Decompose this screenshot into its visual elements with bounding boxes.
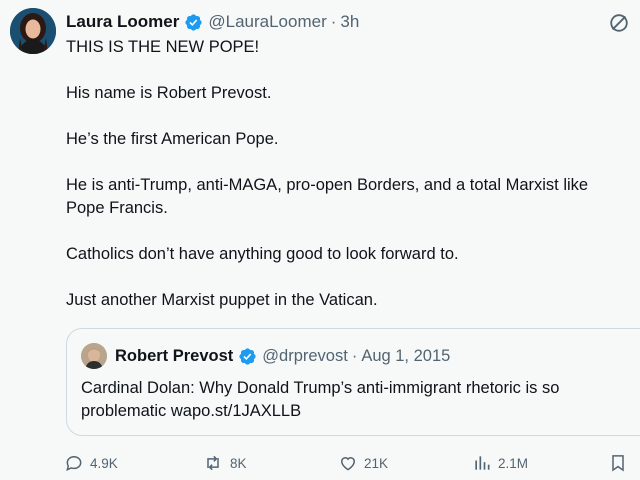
quoted-author-name[interactable]: Robert Prevost — [115, 347, 233, 366]
quoted-tweet-header: Robert Prevost @drprevost · Aug 1, 2015 — [81, 343, 450, 369]
quoted-avatar[interactable] — [81, 343, 107, 369]
like-count: 21K — [364, 455, 389, 471]
like-icon — [340, 457, 356, 471]
action-bar: 4.9K 8K 21K 2.1M — [64, 450, 640, 476]
quoted-date[interactable]: Aug 1, 2015 — [361, 347, 450, 366]
author-handle[interactable]: @LauraLoomer — [208, 12, 326, 32]
separator: · — [330, 12, 337, 31]
tweet-line: His name is Robert Prevost. — [66, 84, 272, 102]
timestamp[interactable]: 3h — [340, 12, 359, 32]
tweet-line: THIS IS THE NEW POPE! — [66, 38, 260, 56]
tweet-header: Laura Loomer @LauraLoomer · 3h — [66, 10, 640, 34]
like-button[interactable]: 21K — [338, 450, 388, 476]
repost-button[interactable]: 8K — [202, 450, 247, 476]
avatar[interactable] — [10, 8, 56, 54]
tweet-line: Just another Marxist puppet in the Vatic… — [66, 291, 378, 309]
views-button[interactable]: 2.1M — [472, 450, 528, 476]
repost-count: 8K — [230, 455, 247, 471]
bookmark-icon — [612, 455, 624, 472]
repost-icon — [207, 455, 219, 471]
bookmark-button[interactable] — [608, 450, 634, 476]
verified-badge-icon — [238, 347, 257, 366]
reply-count: 4.9K — [90, 455, 118, 471]
quoted-line: Cardinal Dolan: Why Donald Trump’s anti-… — [81, 379, 560, 397]
reply-button[interactable]: 4.9K — [64, 450, 118, 476]
verified-badge-icon — [184, 13, 203, 32]
views-icon — [475, 456, 490, 470]
tweet-line: He’s the first American Pope. — [66, 130, 279, 148]
quoted-line: problematic wapo.st/1JAXLLB — [81, 402, 302, 420]
tweet-line: Catholics don’t have anything good to lo… — [66, 245, 459, 263]
author-name[interactable]: Laura Loomer — [66, 12, 179, 32]
reply-icon — [66, 455, 82, 471]
quoted-tweet-text: Cardinal Dolan: Why Donald Trump’s anti-… — [81, 377, 640, 423]
quoted-author-handle[interactable]: @drprevost — [262, 347, 348, 366]
quoted-tweet[interactable]: Robert Prevost @drprevost · Aug 1, 2015 … — [66, 328, 640, 436]
views-count: 2.1M — [498, 455, 529, 471]
tweet-text: THIS IS THE NEW POPE! His name is Robert… — [66, 36, 640, 312]
tweet-line: Pope Francis. — [66, 199, 168, 217]
separator: · — [351, 346, 358, 365]
grok-icon[interactable] — [608, 12, 630, 34]
tweet-line: He is anti-Trump, anti-MAGA, pro-open Bo… — [66, 176, 589, 194]
